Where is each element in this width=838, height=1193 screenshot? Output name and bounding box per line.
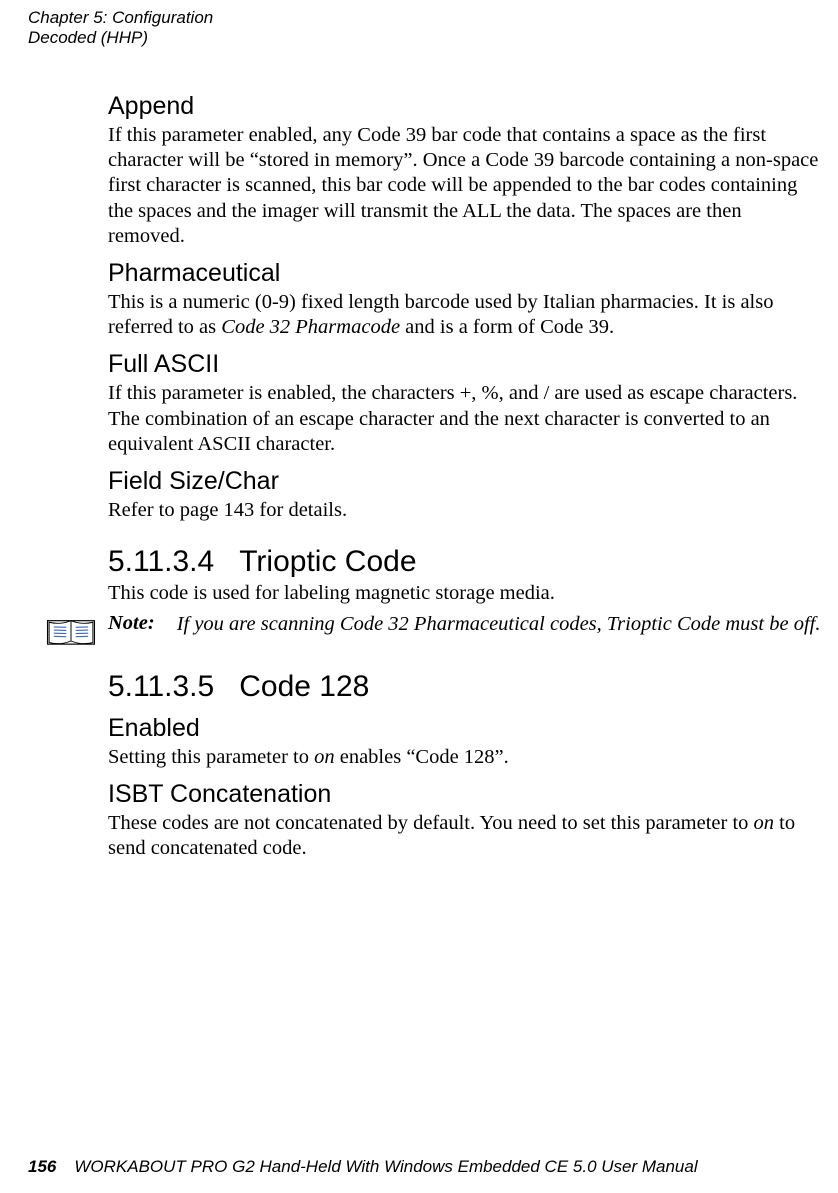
paragraph-isbt: These codes are not concatenated by defa… [108,811,822,861]
heading-code128: 5.11.3.5 Code 128 [108,670,822,704]
heading-enabled: Enabled [108,714,822,743]
heading-full-ascii: Full ASCII [108,350,822,379]
heading-trioptic: 5.11.3.4 Trioptic Code [108,545,822,579]
paragraph-full-ascii: If this parameter is enabled, the charac… [108,381,822,457]
text-isbt-ital: on [754,812,775,834]
paragraph-field-size: Refer to page 143 for details. [108,498,822,523]
paragraph-pharmaceutical: This is a numeric (0-9) fixed length bar… [108,290,822,340]
section-number-trioptic: 5.11.3.4 [108,545,214,578]
header-chapter: Chapter 5: Configuration [28,8,213,28]
document-page: Chapter 5: Configuration Decoded (HHP) A… [0,0,838,1193]
paragraph-append: If this parameter enabled, any Code 39 b… [108,123,822,249]
text-isbt-pre: These codes are not concatenated by defa… [108,812,754,834]
page-footer: 156 WORKABOUT PRO G2 Hand-Held With Windo… [28,1157,698,1177]
paragraph-enabled: Setting this parameter to on enables “Co… [108,745,822,770]
note-text: If you are scanning Code 32 Pharmaceutic… [177,612,822,637]
heading-pharmaceutical: Pharmaceutical [108,259,822,288]
text-enabled-ital: on [314,746,335,768]
page-content: Append If this parameter enabled, any Co… [108,82,822,867]
heading-field-size: Field Size/Char [108,467,822,496]
page-number: 156 [28,1157,56,1176]
heading-isbt: ISBT Concatenation [108,780,822,809]
text-pharma-ital: Code 32 Pharmacode [221,316,400,338]
header-section: Decoded (HHP) [28,28,213,48]
running-header: Chapter 5: Configuration Decoded (HHP) [28,8,213,49]
paragraph-trioptic: This code is used for labeling magnetic … [108,581,822,606]
heading-append: Append [108,92,822,121]
section-title-trioptic: Trioptic Code [239,545,416,578]
text-pharma-post: and is a form of Code 39. [400,316,614,338]
section-number-code128: 5.11.3.5 [108,670,214,703]
section-title-code128: Code 128 [239,670,369,703]
note-label: Note: [108,612,155,635]
open-book-icon [46,616,96,647]
note-block: Note: If you are scanning Code 32 Pharma… [108,612,822,647]
text-enabled-post: enables “Code 128”. [335,746,509,768]
text-enabled-pre: Setting this parameter to [108,746,314,768]
footer-title: WORKABOUT PRO G2 Hand-Held With Windows … [74,1157,697,1176]
